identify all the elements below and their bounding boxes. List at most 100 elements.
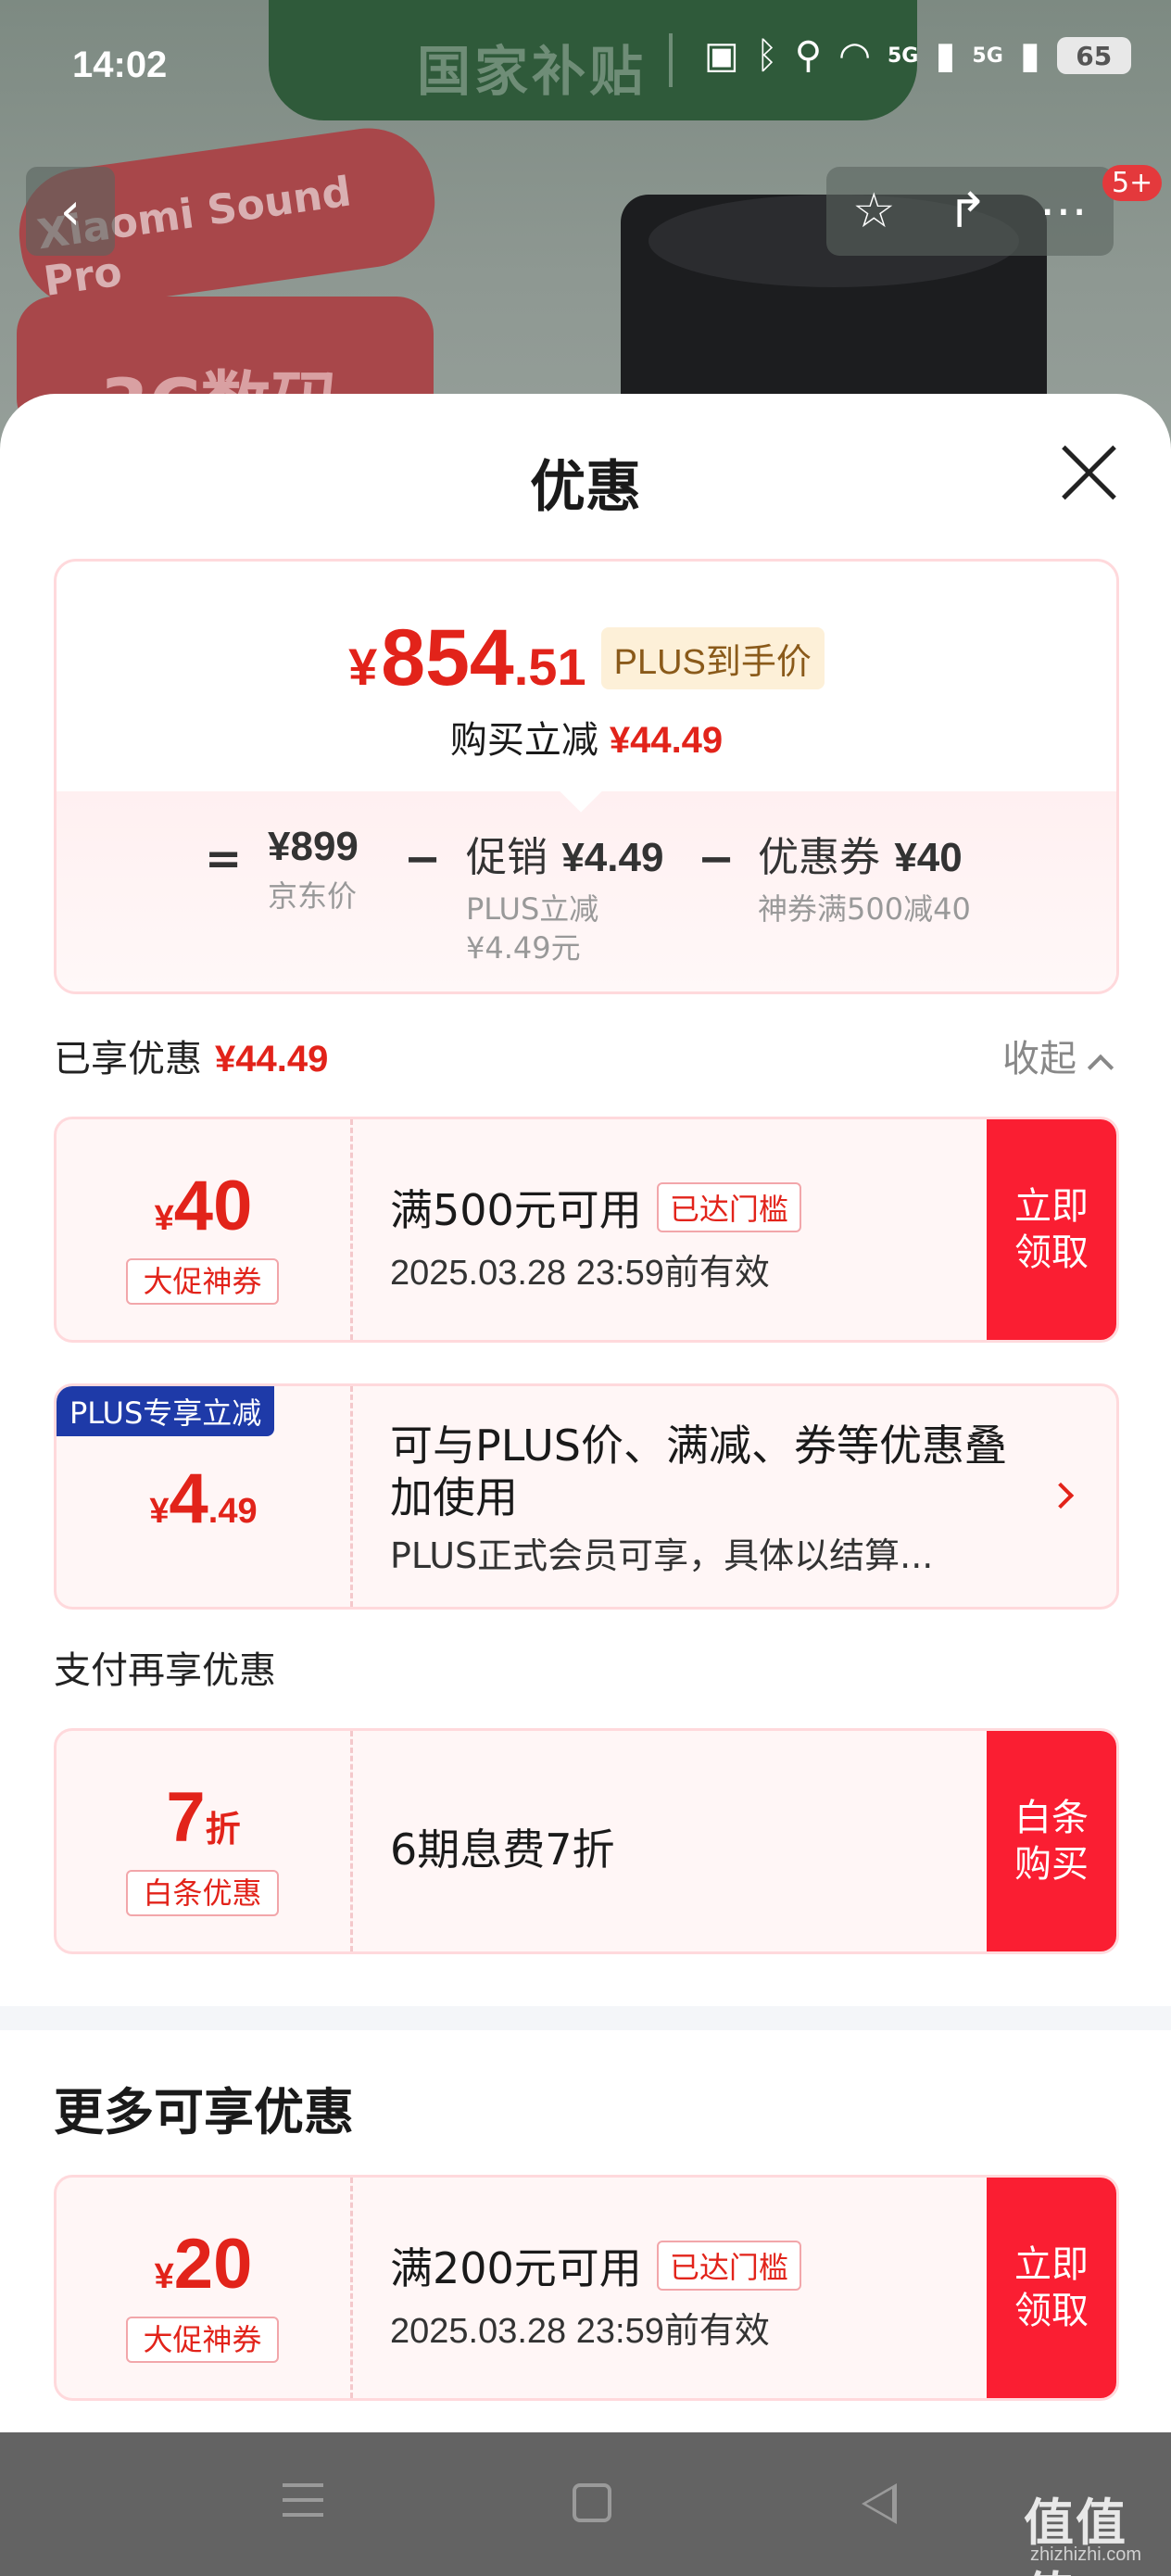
enjoyed-label-text: 已享优惠	[54, 1038, 202, 1080]
price-currency: ¥	[348, 638, 378, 696]
plus-price-tag: PLUS到手价	[600, 627, 825, 689]
coupon-type-tag: 大促神券	[126, 1258, 279, 1305]
coupon-label: 优惠券	[758, 834, 880, 881]
plus-title: 可与PLUS价、满减、券等优惠叠加使用	[390, 1421, 1007, 1523]
plus-amount-int: 4	[169, 1459, 208, 1538]
baitiao-details: 6期息费7折	[390, 1816, 983, 1877]
coupon-value: ¥40	[894, 835, 963, 880]
threshold-reached-badge: 已达门槛	[656, 2241, 801, 2291]
watermark-url: zhizhizhi.com	[1030, 2544, 1142, 2565]
baitiao-discount: 7	[166, 1778, 206, 1857]
plus-amount: ¥4.49	[57, 1458, 350, 1539]
coupon-currency: ¥	[154, 1199, 174, 1238]
enjoyed-discount-label: 已享优惠 ¥44.49	[54, 1029, 328, 1082]
price-formula: = ¥899 京东价 − 促销 ¥4.49 PLUS立减 ¥4.49元 − 优惠…	[57, 824, 1116, 991]
menu-icon[interactable]	[283, 2483, 323, 2528]
coupon-main: 优惠券 ¥40	[758, 824, 971, 883]
reduction-label: 购买立减	[449, 719, 598, 762]
minus-sign: −	[698, 833, 736, 885]
collapse-toggle[interactable]: 收起	[1002, 1029, 1114, 1082]
share-icon[interactable]: ↱	[948, 183, 988, 239]
promo-sub-2: ¥4.49元	[466, 929, 581, 966]
baitiao-card: 7折 白条优惠 6期息费7折 白条 购买	[54, 1728, 1119, 1954]
chevron-up-icon	[1087, 1054, 1114, 1081]
home-icon[interactable]	[573, 2483, 611, 2522]
back-button[interactable]: ‹	[26, 167, 115, 256]
coupon-condition-text: 满200元可用	[390, 2243, 642, 2293]
discount-sheet: 优惠 ¥ 854 .51 PLUS到手价 购买立减 ¥44.49 = ¥899 京…	[0, 394, 1171, 2432]
baitiao-tag: 白条优惠	[126, 1870, 279, 1916]
more-discounts-title: 更多可享优惠	[54, 2083, 354, 2141]
plus-amount-dec: .49	[208, 1492, 258, 1531]
promo-column: 促销 ¥4.49 PLUS立减 ¥4.49元	[466, 824, 663, 967]
baitiao-amount: 7折	[57, 1777, 350, 1858]
plus-currency: ¥	[149, 1492, 170, 1531]
status-bar: 14:02 ▣ ᛒ ⚲ ◠ 5G ▮ 5G ▮ 65	[0, 0, 1171, 130]
bluetooth-icon: ᛒ	[755, 34, 778, 77]
sheet-title: 优惠	[530, 455, 641, 520]
coupon-amount-value: 40	[173, 1167, 253, 1245]
plus-subtitle: PLUS正式会员可享，具体以结算...	[390, 1535, 934, 1577]
coupon-sub: 神券满500减40	[758, 891, 971, 927]
signal-bars-icon: ▮	[935, 34, 956, 77]
jd-price-value: ¥899	[268, 824, 359, 869]
status-icons: ▣ ᛒ ⚲ ◠ 5G ▮ 5G ▮ 65	[704, 37, 1131, 74]
coupon-validity: 2025.03.28 23:59前有效	[390, 1254, 770, 1293]
coupon-column: 优惠券 ¥40 神券满500减40	[758, 824, 971, 929]
system-nav-bar	[0, 2432, 1171, 2576]
chevron-left-icon: ‹	[59, 181, 82, 242]
coupon-card: ¥40 大促神券 满500元可用 已达门槛 2025.03.28 23:59前有效…	[54, 1117, 1119, 1343]
price-decimal: .51	[513, 638, 586, 696]
coupon-currency: ¥	[154, 2257, 174, 2296]
coupon-condition: 满500元可用 已达门槛	[390, 1177, 983, 1238]
top-actions: ☆ ↱ ⋯	[826, 167, 1114, 256]
location-icon: ⚲	[794, 34, 823, 77]
price-integer: 854	[381, 613, 514, 702]
plus-discount-card[interactable]: ¥4.49 PLUS专享立减 可与PLUS价、满减、券等优惠叠加使用 PLUS正…	[54, 1383, 1119, 1610]
baitiao-amount-area: 7折 白条优惠	[57, 1731, 353, 1951]
baitiao-buy-button[interactable]: 白条 购买	[987, 1731, 1116, 1951]
promo-sub-1: PLUS立减	[466, 891, 599, 927]
promo-value: ¥4.49	[561, 835, 664, 880]
signal-label-1: 5G	[888, 44, 919, 68]
baitiao-title: 6期息费7折	[390, 1825, 615, 1875]
close-icon[interactable]	[1056, 440, 1121, 505]
coupon-amount: ¥20	[57, 2224, 350, 2305]
signal-bars-icon: ▮	[1019, 34, 1040, 77]
coupon-amount-area: ¥40 大促神券	[57, 1119, 353, 1340]
jd-price-label: 京东价	[268, 878, 358, 914]
coupon-details: 满200元可用 已达门槛 2025.03.28 23:59前有效	[390, 2235, 983, 2353]
purchase-reduction: 购买立减 ¥44.49	[57, 710, 1116, 764]
collapse-label: 收起	[1002, 1038, 1077, 1080]
coupon-type-tag: 大促神券	[126, 2317, 279, 2363]
coupon-condition: 满200元可用 已达门槛	[390, 2235, 983, 2296]
star-icon[interactable]: ☆	[852, 183, 896, 239]
message-badge: 5+	[1102, 165, 1163, 201]
coupon-card: ¥20 大促神券 满200元可用 已达门槛 2025.03.28 23:59前有效…	[54, 2175, 1119, 2401]
battery-icon: 65	[1056, 37, 1131, 74]
section-divider	[0, 2006, 1171, 2030]
signal-label-2: 5G	[972, 44, 1003, 68]
threshold-reached-badge: 已达门槛	[656, 1182, 801, 1232]
coupon-amount-value: 20	[173, 2225, 253, 2304]
pay-section-label: 支付再享优惠	[54, 1649, 276, 1692]
claim-coupon-button[interactable]: 立即 领取	[987, 2178, 1116, 2398]
more-icon[interactable]: ⋯	[1039, 183, 1088, 239]
enjoyed-value: ¥44.49	[215, 1039, 329, 1080]
coupon-validity: 2025.03.28 23:59前有效	[390, 2312, 770, 2351]
equals-sign: =	[205, 833, 243, 885]
baitiao-unit: 折	[205, 1809, 241, 1850]
coupon-details: 满500元可用 已达门槛 2025.03.28 23:59前有效	[390, 1177, 983, 1294]
promo-main: 促销 ¥4.49	[466, 824, 663, 883]
wifi-icon: ◠	[838, 34, 871, 77]
status-time: 14:02	[72, 44, 168, 85]
nfc-icon: ▣	[704, 34, 739, 77]
promo-label: 促销	[466, 834, 548, 881]
chevron-right-icon	[1047, 1482, 1075, 1509]
coupon-amount: ¥40	[57, 1166, 350, 1246]
reduction-value: ¥44.49	[609, 720, 724, 761]
minus-sign: −	[404, 833, 442, 885]
claim-coupon-button[interactable]: 立即 领取	[987, 1119, 1116, 1340]
jd-price-column: ¥899 京东价	[268, 824, 359, 916]
back-triangle-icon[interactable]	[862, 2483, 897, 2524]
